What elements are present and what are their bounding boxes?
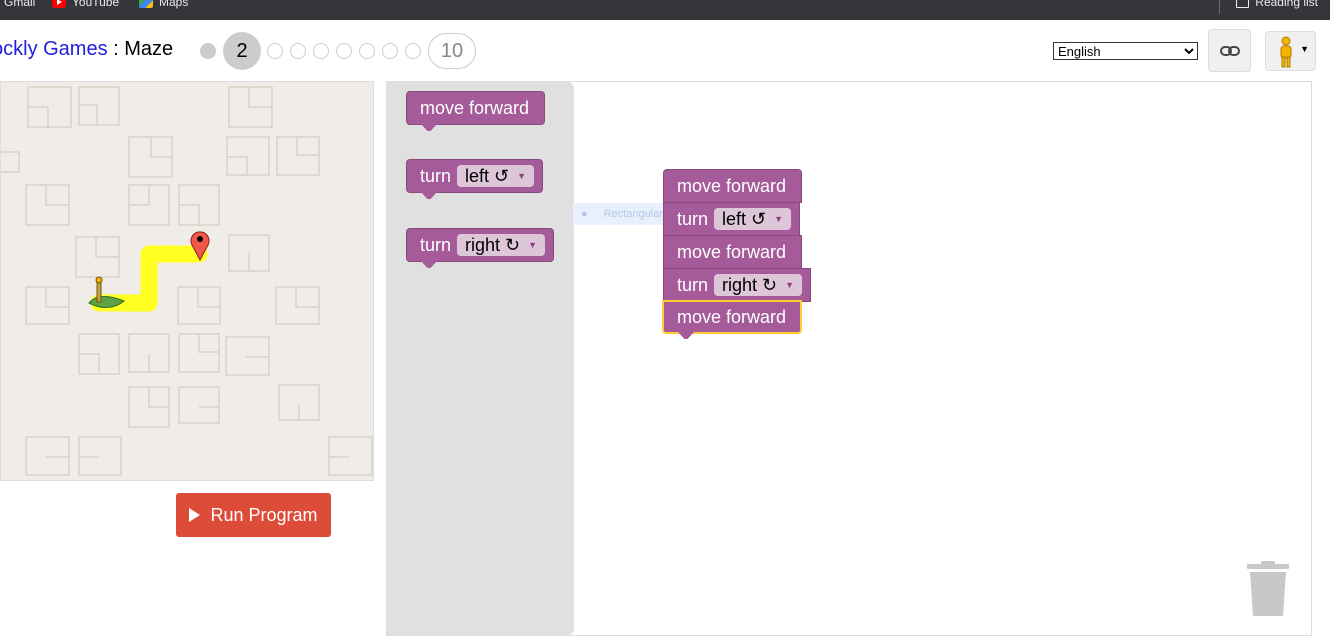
level-8-dot[interactable] [382,43,398,59]
level-9-dot[interactable] [405,43,421,59]
level-current[interactable]: 2 [223,32,261,70]
trash-icon[interactable] [1247,561,1289,617]
maze-title: Maze [124,38,174,60]
drag-preview: ● Rectangular [573,203,668,225]
maze-board [0,81,374,481]
reading-list-button[interactable]: Reading list [1236,0,1318,9]
bookmark-maps-label: Maps [159,0,189,9]
block-label: move forward [677,306,787,327]
program-block-5-selected[interactable]: move forward [662,300,802,334]
direction-dropdown[interactable]: left ↺ ▼ [714,208,792,230]
start-marker-icon [95,276,103,303]
caret-icon: ▼ [774,214,784,224]
bookmarks-bar: Gmail YouTube Maps Reading list [0,0,1330,20]
bookmark-maps[interactable]: Maps [139,0,188,9]
bullet-icon: ● [581,208,588,220]
dropdown-value: right ↻ [465,234,521,255]
youtube-icon [52,0,66,8]
maze-svg [1,86,373,476]
level-4-dot[interactable] [290,43,306,59]
toolbox-move-forward-block[interactable]: move forward [406,91,545,125]
dropdown-value: left ↺ [722,208,767,229]
direction-dropdown[interactable]: right ↻ ▼ [457,234,546,256]
level-6-dot[interactable] [336,43,352,59]
program-block-4[interactable]: turn right ↻ ▼ [663,268,811,302]
reading-list-label: Reading list [1255,0,1318,9]
drag-preview-label: Rectangular [603,208,663,220]
level-5-dot[interactable] [313,43,329,59]
pegman-icon [1280,36,1292,68]
program-block-2[interactable]: turn left ↺ ▼ [663,202,800,236]
block-label: turn [420,165,452,186]
maze-tiles [1,86,373,476]
block-label: move forward [677,175,787,196]
caret-icon: ▼ [528,240,538,250]
block-label: move forward [420,97,530,118]
language-select[interactable]: English [1053,42,1198,60]
bookmark-youtube[interactable]: YouTube [52,0,119,9]
toolbox-turn-right-block[interactable]: turn right ↻ ▼ [406,228,554,262]
run-program-label: Run Program [210,504,318,525]
maze-path [90,245,208,312]
level-3-dot[interactable] [267,43,283,59]
level-selector: 2 10 [200,32,476,70]
level-last[interactable]: 10 [428,33,476,69]
block-label: turn [420,234,452,255]
bookmark-gmail-label: Gmail [4,0,36,9]
direction-dropdown[interactable]: left ↺ ▼ [457,165,535,187]
block-label: turn [677,208,709,229]
dropdown-value: right ↻ [722,274,778,295]
level-7-dot[interactable] [359,43,375,59]
block-label: move forward [677,241,787,262]
title-separator: : [107,38,125,60]
chevron-down-icon: ▼ [1300,44,1309,54]
reading-list-icon [1236,0,1250,8]
link-icon [1219,45,1240,56]
program-block-1[interactable]: move forward [663,169,802,203]
caret-icon: ▼ [785,280,795,290]
run-program-button[interactable]: Run Program [176,493,331,537]
bookmark-gmail[interactable]: Gmail [4,0,35,9]
block-label: turn [677,274,709,295]
bookmarks-divider [1219,0,1220,14]
level-1-dot[interactable] [200,43,216,59]
caret-icon: ▼ [517,171,527,181]
program-block-3[interactable]: move forward [663,235,802,269]
pegman-button[interactable]: ▼ [1265,31,1316,71]
page-title: ockly Games : Maze [0,38,173,61]
dropdown-value: left ↺ [465,165,510,186]
bookmark-youtube-label: YouTube [72,0,120,9]
blockly-games-link[interactable]: ockly Games [0,38,108,60]
toolbox-turn-left-block[interactable]: turn left ↺ ▼ [406,159,543,193]
direction-dropdown[interactable]: right ↻ ▼ [714,274,803,296]
maps-icon [139,0,153,8]
link-button[interactable] [1208,29,1251,72]
play-icon [189,508,201,522]
